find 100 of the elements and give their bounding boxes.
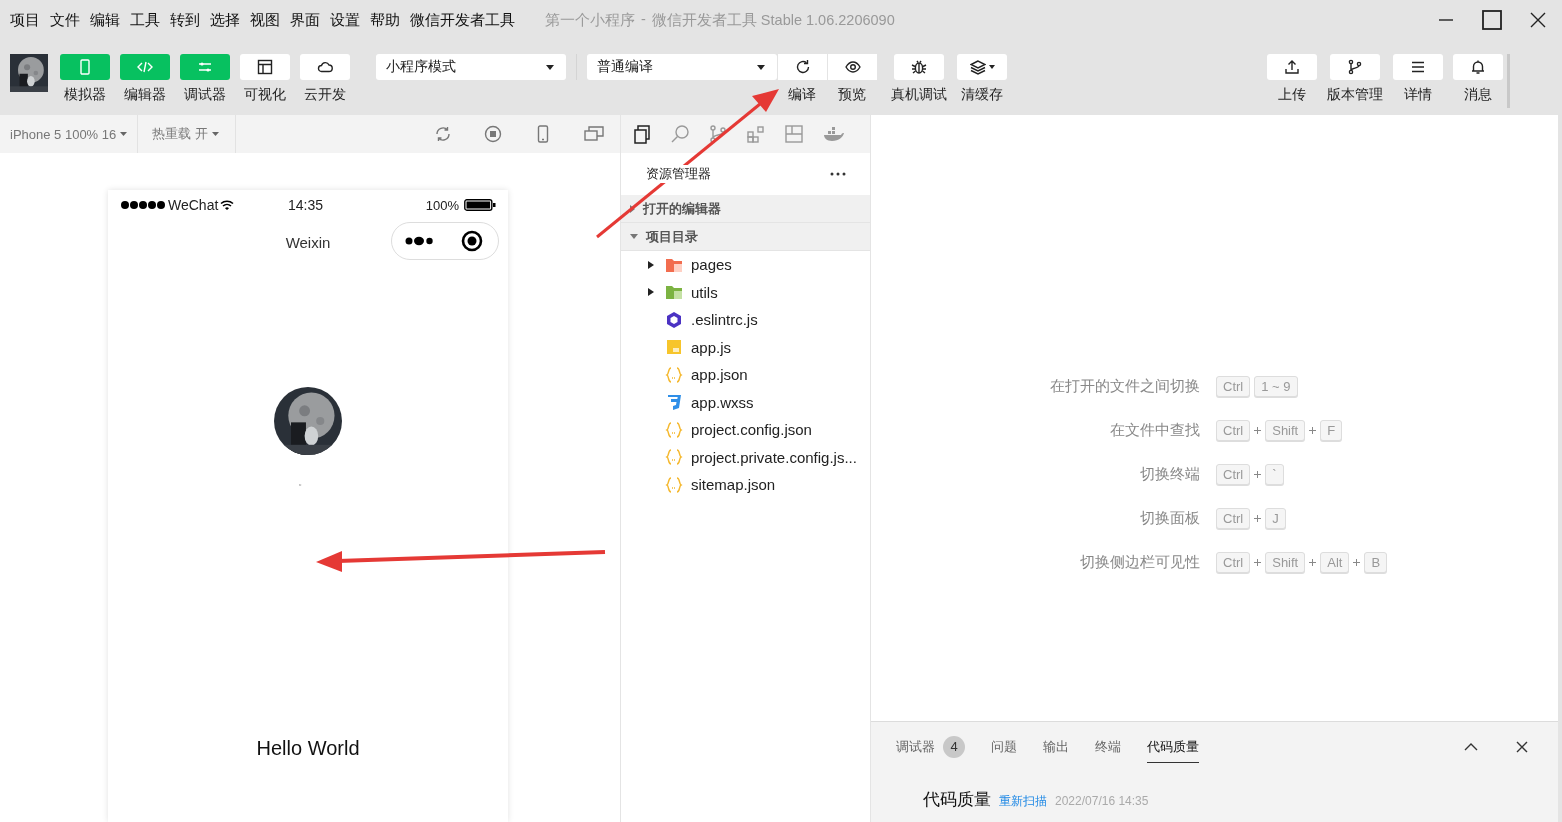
close-icon[interactable] [1516,741,1528,753]
files-icon[interactable] [632,124,652,144]
compile-dropdown[interactable]: 普通编译 [587,54,777,80]
source-control-icon[interactable] [708,124,728,144]
key-cap: 1 ~ 9 [1254,375,1298,397]
toolbar-label: 模拟器 [64,86,106,104]
signal-icon [120,200,166,210]
menu-item[interactable]: 编辑 [90,10,120,30]
rotate-icon[interactable] [434,125,452,143]
menu-item[interactable]: 设置 [330,10,360,30]
key-cap: B [1364,551,1388,573]
toolbar-label: 编辑器 [124,86,166,104]
toolbar-label: 云开发 [304,86,346,104]
panel-tab[interactable]: 终端 [1095,731,1121,763]
maximize-icon[interactable] [1482,10,1502,30]
bug-icon [911,59,927,75]
toolbar-button[interactable] [1453,54,1503,80]
toolbar-button[interactable] [777,54,827,80]
key-cap: Alt [1320,551,1350,573]
plus-icon [1353,558,1361,566]
shortcut-label: 切换面板 [1139,508,1200,528]
close-icon[interactable] [1530,12,1546,28]
file-name[interactable]: project.config.json [691,421,812,439]
toolbar-button[interactable] [1330,54,1380,80]
status-time: 14:35 [287,197,325,213]
branch-icon [1347,59,1363,75]
file-name[interactable]: utils [691,283,718,301]
shortcut-label: 在文件中查找 [1109,420,1200,440]
window-title: 第一个小程序 [545,10,635,30]
toolbar-toggle[interactable] [180,54,230,80]
toolbar-button[interactable] [1393,54,1443,80]
mode-dropdown[interactable]: 小程序模式 [376,54,566,80]
file-name[interactable]: app.wxss [691,393,754,411]
file-name[interactable]: pages [691,256,732,274]
battery-percent: 100% [425,197,459,213]
upload-icon [1284,59,1300,75]
toolbar-button[interactable] [827,54,877,80]
menu-item[interactable]: 视图 [250,10,280,30]
plus-icon [1254,514,1262,522]
scan-time: 2022/07/16 14:35 [1055,794,1149,808]
shortcut-label: 切换终端 [1139,464,1200,484]
list-icon [1410,59,1426,75]
tree-section[interactable]: 打开的编辑器 [621,195,870,223]
battery-icon [464,199,496,211]
file-name[interactable]: sitemap.json [691,476,776,494]
toolbar-label: 编译 [788,86,816,104]
caret-icon [211,132,219,136]
toolbar-button[interactable] [957,54,1007,80]
title-separator: - [641,10,646,29]
toolbar-label: 消息 [1464,86,1492,104]
menu-item[interactable]: 项目 [10,10,40,30]
panel-tab[interactable]: 调试器 4 [896,731,965,763]
shortcut-label: 在打开的文件之间切换 [1049,376,1200,396]
caret-icon [988,65,995,69]
toolbar-button[interactable] [894,54,944,80]
tree-section[interactable]: 项目目录 [621,223,870,251]
menu-item[interactable]: 转到 [170,10,200,30]
rescan-link[interactable]: 重新扫描 [999,793,1047,810]
toolbar-button[interactable] [1267,54,1317,80]
panel-tab[interactable]: 问题 [991,731,1017,763]
bell-icon [1470,59,1486,75]
toolbar-toggle[interactable] [240,54,290,80]
whale-icon[interactable] [822,124,844,144]
panel-tab[interactable]: 代码质量 [1147,731,1199,763]
layout-icon [257,59,273,75]
menu-item[interactable]: 文件 [50,10,80,30]
file-name[interactable]: .eslintrc.js [691,311,758,329]
panel-tab[interactable]: 输出 [1043,731,1069,763]
key-cap: Ctrl [1216,375,1251,397]
more-icon[interactable] [830,172,846,176]
device-dropdown[interactable]: iPhone 5 100% 16 [0,115,139,153]
plus-icon [1254,426,1262,434]
menu-item[interactable]: 界面 [290,10,320,30]
record-icon[interactable] [461,230,483,252]
search-icon[interactable] [670,124,690,144]
toolbar-toggle[interactable] [120,54,170,80]
chevron-up-icon[interactable] [1464,743,1478,751]
shortcut-label: 切换侧边栏可见性 [1079,552,1200,572]
toolbar-label: 清缓存 [961,86,1003,104]
toolbar-toggle[interactable] [60,54,110,80]
nickname-text: 。 [298,475,308,489]
menu-item[interactable]: 帮助 [370,10,400,30]
toolbar-toggle[interactable] [300,54,350,80]
key-cap: Ctrl [1216,463,1251,485]
more-icon[interactable] [404,236,434,246]
js-file-icon [665,338,683,357]
stop-icon[interactable] [484,125,502,143]
expand-arrow-icon[interactable] [648,288,654,297]
file-name[interactable]: project.private.config.js... [691,448,857,466]
code-icon [137,59,153,75]
menu-item[interactable]: 工具 [130,10,160,30]
file-name[interactable]: app.js [691,338,732,356]
toolbar-label: 预览 [838,86,866,104]
file-name[interactable]: app.json [691,366,748,384]
hot-reload-dropdown[interactable]: 热重载 开 [138,115,236,153]
expand-arrow-icon[interactable] [648,260,654,269]
menu-item[interactable]: 微信开发者工具 [410,10,515,30]
menu-item[interactable]: 选择 [210,10,240,30]
folder-icon [665,283,683,302]
windows-icon[interactable] [584,125,604,143]
